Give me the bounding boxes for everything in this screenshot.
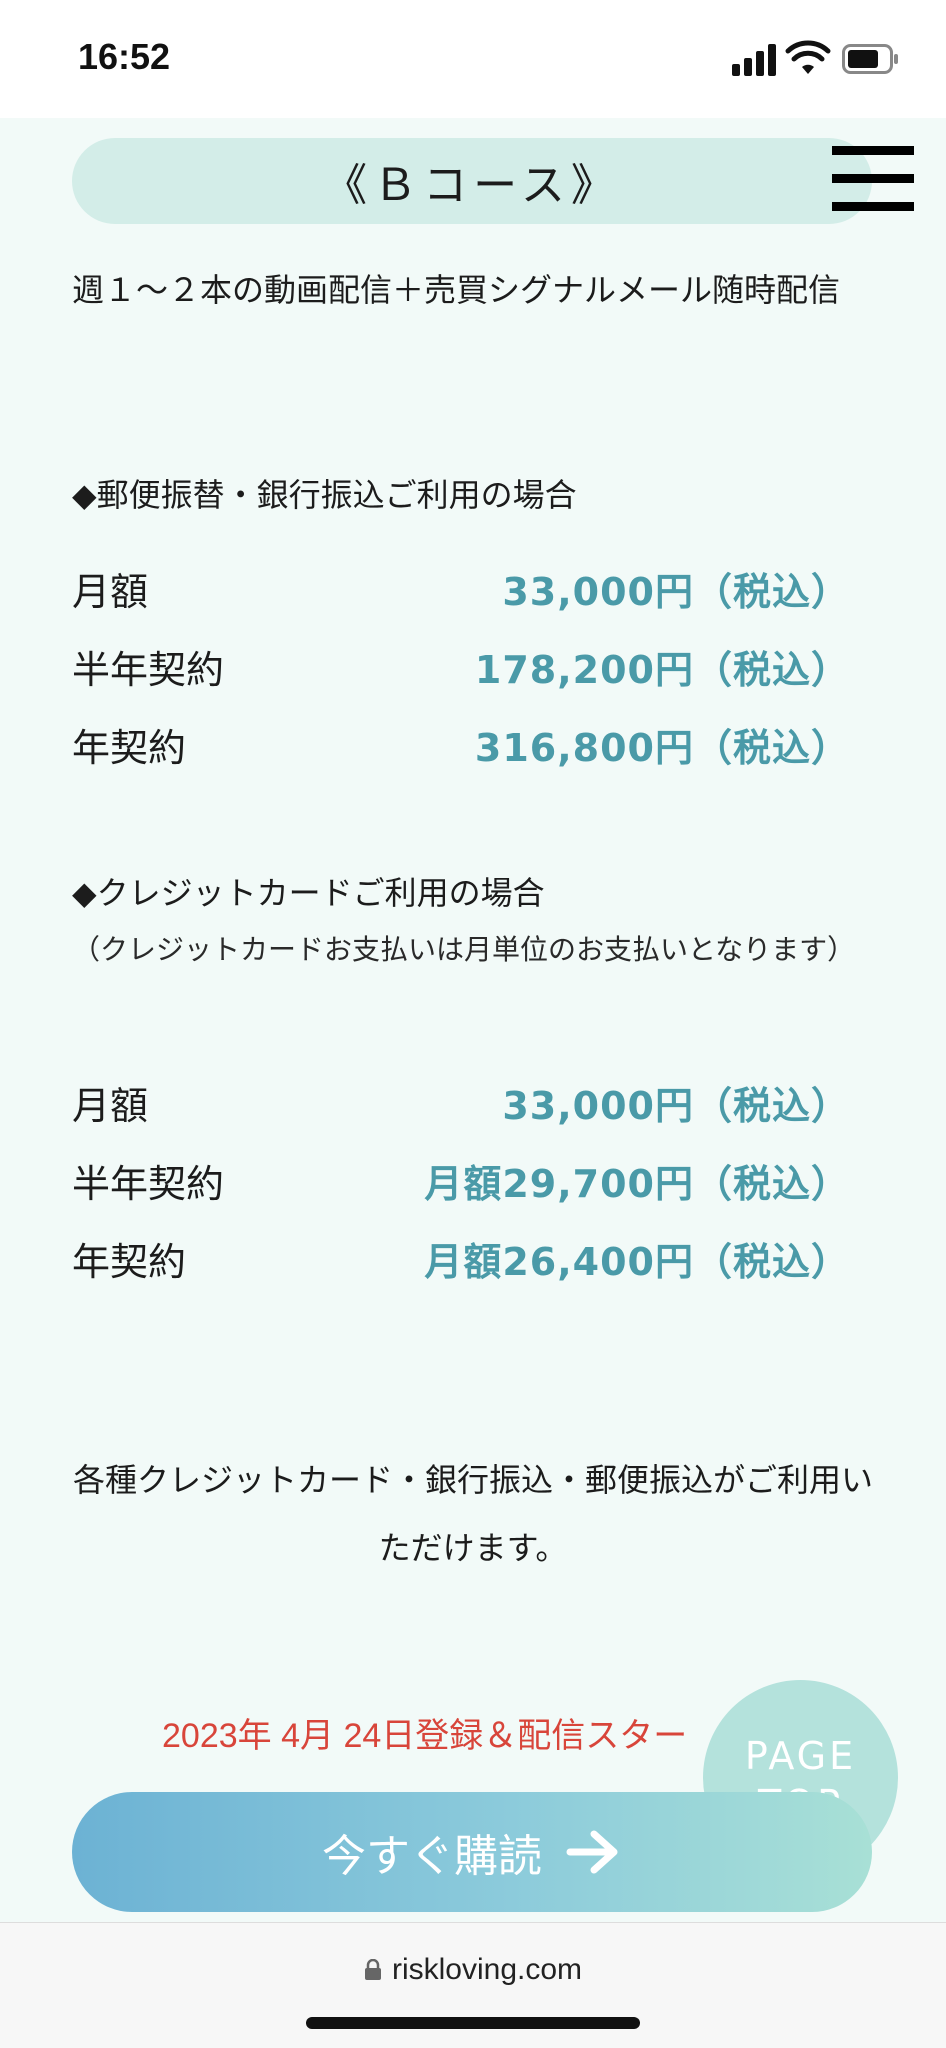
payment-methods-note: 各種クレジットカード・銀行振込・郵便振込がご利用いただけます。 [72, 1461, 873, 1567]
price-value: 316,800円（税込） [474, 725, 850, 770]
signal-icon [732, 44, 778, 76]
price-row-card-monthly: 月額 33,000円（税込） [72, 1072, 850, 1132]
browser-address-bar[interactable]: riskloving.com [0, 1922, 946, 2048]
card-section-heading: ◆クレジットカードご利用の場合 [72, 874, 545, 912]
price-value: 月額26,400円（税込） [424, 1239, 850, 1284]
price-value: 33,000円（税込） [502, 1083, 850, 1128]
price-value: 33,000円（税込） [502, 569, 850, 614]
status-bar: 16:52 [0, 0, 946, 118]
start-date-notice: 2023年 4月 24日登録＆配信スター [162, 1717, 688, 1755]
menu-icon[interactable] [832, 146, 914, 212]
course-description: 週１〜２本の動画配信＋売買シグナルメール随時配信 [72, 271, 841, 309]
status-time: 16:52 [78, 36, 171, 77]
price-label: 半年契約 [72, 647, 225, 692]
subscribe-label: 今すぐ購読 [322, 1831, 542, 1882]
lock-icon [364, 1959, 381, 1980]
wifi-icon [785, 40, 831, 74]
course-title: 《Ｂコース》 [72, 138, 872, 224]
price-label: 月額 [72, 569, 149, 614]
price-row-card-yearly: 年契約 月額26,400円（税込） [72, 1228, 850, 1288]
url-display[interactable]: riskloving.com [0, 1953, 946, 1987]
price-row-bank-half-year: 半年契約 178,200円（税込） [72, 636, 850, 696]
price-row-bank-monthly: 月額 33,000円（税込） [72, 558, 850, 618]
battery-icon [842, 44, 898, 74]
price-label: 年契約 [72, 1239, 187, 1284]
price-value: 178,200円（税込） [474, 647, 850, 692]
price-value: 月額29,700円（税込） [424, 1161, 850, 1206]
card-section-note: （クレジットカードお支払いは月単位のお支払いとなります） [72, 933, 856, 966]
home-indicator [306, 2017, 640, 2029]
bank-section-heading: ◆郵便振替・銀行振込ご利用の場合 [72, 476, 577, 514]
price-row-card-half-year: 半年契約 月額29,700円（税込） [72, 1150, 850, 1210]
price-label: 半年契約 [72, 1161, 225, 1206]
url-text: riskloving.com [391, 1953, 583, 1986]
price-label: 年契約 [72, 725, 187, 770]
subscribe-button[interactable]: 今すぐ購読 [72, 1792, 872, 1912]
price-label: 月額 [72, 1083, 149, 1128]
arrow-right-icon [566, 1830, 618, 1874]
price-row-bank-yearly: 年契約 316,800円（税込） [72, 714, 850, 774]
